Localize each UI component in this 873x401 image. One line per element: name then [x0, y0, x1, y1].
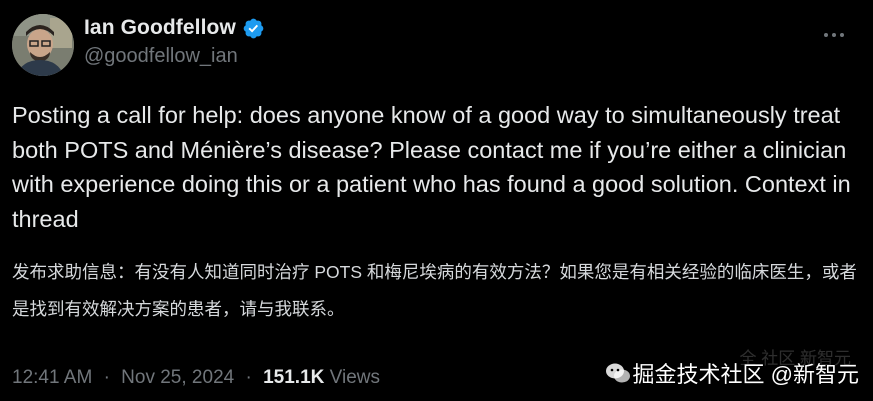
author-name[interactable]: Ian Goodfellow: [84, 16, 236, 40]
meta-separator: ·: [103, 367, 110, 388]
meta-separator-2: ·: [245, 367, 252, 388]
tweet-time[interactable]: 12:41 AM: [12, 367, 92, 388]
views-label: Views: [329, 367, 380, 388]
tweet-header: Ian Goodfellow @goodfellow_ian: [12, 14, 861, 76]
tweet-text: Posting a call for help: does anyone kno…: [12, 102, 851, 232]
watermark-text: 掘金技术社区 @新智元: [632, 362, 859, 387]
wechat-logo-icon: [605, 360, 631, 386]
tweet-translation: 发布求助信息：有没有人知道同时治疗 POTS 和梅尼埃病的有效方法？如果您是有相…: [12, 262, 857, 319]
verified-badge-icon[interactable]: [242, 17, 265, 40]
name-row: Ian Goodfellow: [84, 14, 265, 42]
avatar[interactable]: [12, 14, 74, 76]
author-info: Ian Goodfellow @goodfellow_ian: [84, 14, 265, 68]
more-options-icon[interactable]: [821, 22, 847, 48]
views-count: 151.1K: [263, 367, 325, 388]
author-handle[interactable]: @goodfellow_ian: [84, 45, 265, 68]
watermark: 掘金技术社区 @新智元: [597, 357, 859, 389]
avatar-image: [12, 14, 74, 76]
tweet-date[interactable]: Nov 25, 2024: [121, 367, 234, 388]
tweet-meta: 12:41 AM · Nov 25, 2024 · 151.1K Views: [12, 367, 380, 389]
